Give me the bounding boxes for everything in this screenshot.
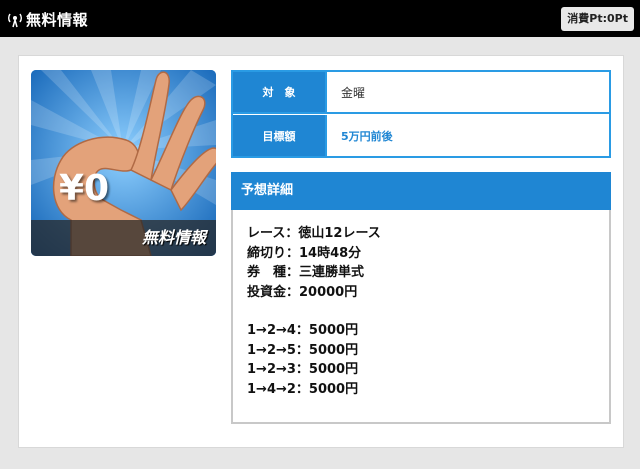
thumbnail-caption: 無料情報 (141, 228, 206, 247)
info-label: 目標額 (233, 115, 327, 156)
detail-header: 予想詳細 (231, 172, 611, 210)
detail-line-ticket-type: 券 種：三連勝単式 (247, 265, 365, 280)
info-panel: ¥0 無料情報 対 象 金曜 目標額 5万円前後 予想詳細 レース：徳山12レー… (18, 55, 624, 448)
info-value: 5万円前後 (341, 129, 393, 143)
info-table: 対 象 金曜 目標額 5万円前後 (231, 70, 611, 158)
broadcast-icon (8, 13, 22, 28)
yen-zero-text: ¥0 (59, 168, 110, 209)
bet-line: 1→2→4：5000円 (247, 323, 359, 338)
bet-line: 1→2→3：5000円 (247, 362, 359, 377)
detail-line-investment: 投資金：20000円 (247, 284, 358, 300)
top-bar: 無料情報 消費Pt:0Pt (0, 0, 640, 37)
detail-line-race: レース：徳山12レース (247, 226, 381, 241)
info-label: 対 象 (233, 72, 327, 112)
info-row-target: 対 象 金曜 (233, 72, 609, 114)
prediction-detail: 予想詳細 レース：徳山12レース 締切り：14時48分 券 種：三連勝単式 投資… (231, 172, 611, 424)
bet-line: 1→2→5：5000円 (247, 342, 359, 358)
points-badge[interactable]: 消費Pt:0Pt (561, 7, 634, 31)
info-value: 金曜 (341, 85, 366, 100)
page-title: 無料情報 (26, 11, 89, 29)
free-info-thumbnail: ¥0 無料情報 (31, 70, 216, 256)
info-row-goal: 目標額 5万円前後 (233, 115, 609, 156)
detail-line-deadline: 締切り：14時48分 (247, 245, 362, 261)
detail-lines: レース：徳山12レース 締切り：14時48分 券 種：三連勝単式 投資金：200… (247, 224, 381, 399)
bet-line: 1→4→2：5000円 (247, 381, 359, 397)
